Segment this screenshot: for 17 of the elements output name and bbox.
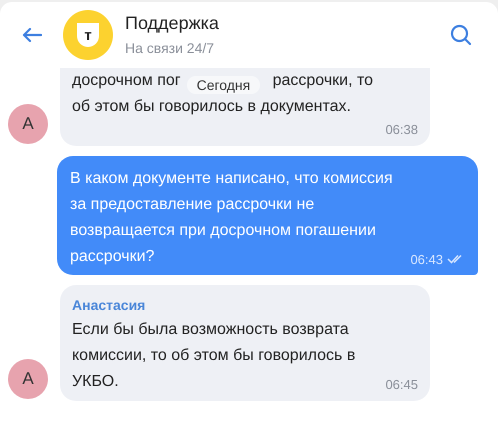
search-icon[interactable] xyxy=(450,24,472,46)
logo-letter: т xyxy=(84,28,92,42)
author-name: Анастасия xyxy=(72,296,146,315)
message-time: 06:43 xyxy=(410,250,443,268)
message-text: В каком документе написано, что комиссия за предоставление рассрочки не возвращается при досрочном погашении рассрочки? xyxy=(70,168,393,266)
avatar: А xyxy=(8,358,48,398)
chat-status: На связи 24/7 xyxy=(125,39,216,58)
chat-title: Поддержка xyxy=(125,12,219,34)
date-chip: Сегодня xyxy=(186,76,260,94)
back-arrow-icon[interactable] xyxy=(22,27,42,43)
message-text: рассрочки, то xyxy=(272,71,374,91)
message-text: Если бы была возможность возврата комиссии, то об этом бы говорилось в УКБО. xyxy=(72,320,356,392)
message-text: досрочном пог xyxy=(72,71,181,91)
message-time: 06:45 xyxy=(385,376,418,394)
message-time: 06:38 xyxy=(385,121,418,139)
message-text: об этом бы говорилось в документах. xyxy=(72,97,351,117)
avatar: А xyxy=(8,104,48,144)
